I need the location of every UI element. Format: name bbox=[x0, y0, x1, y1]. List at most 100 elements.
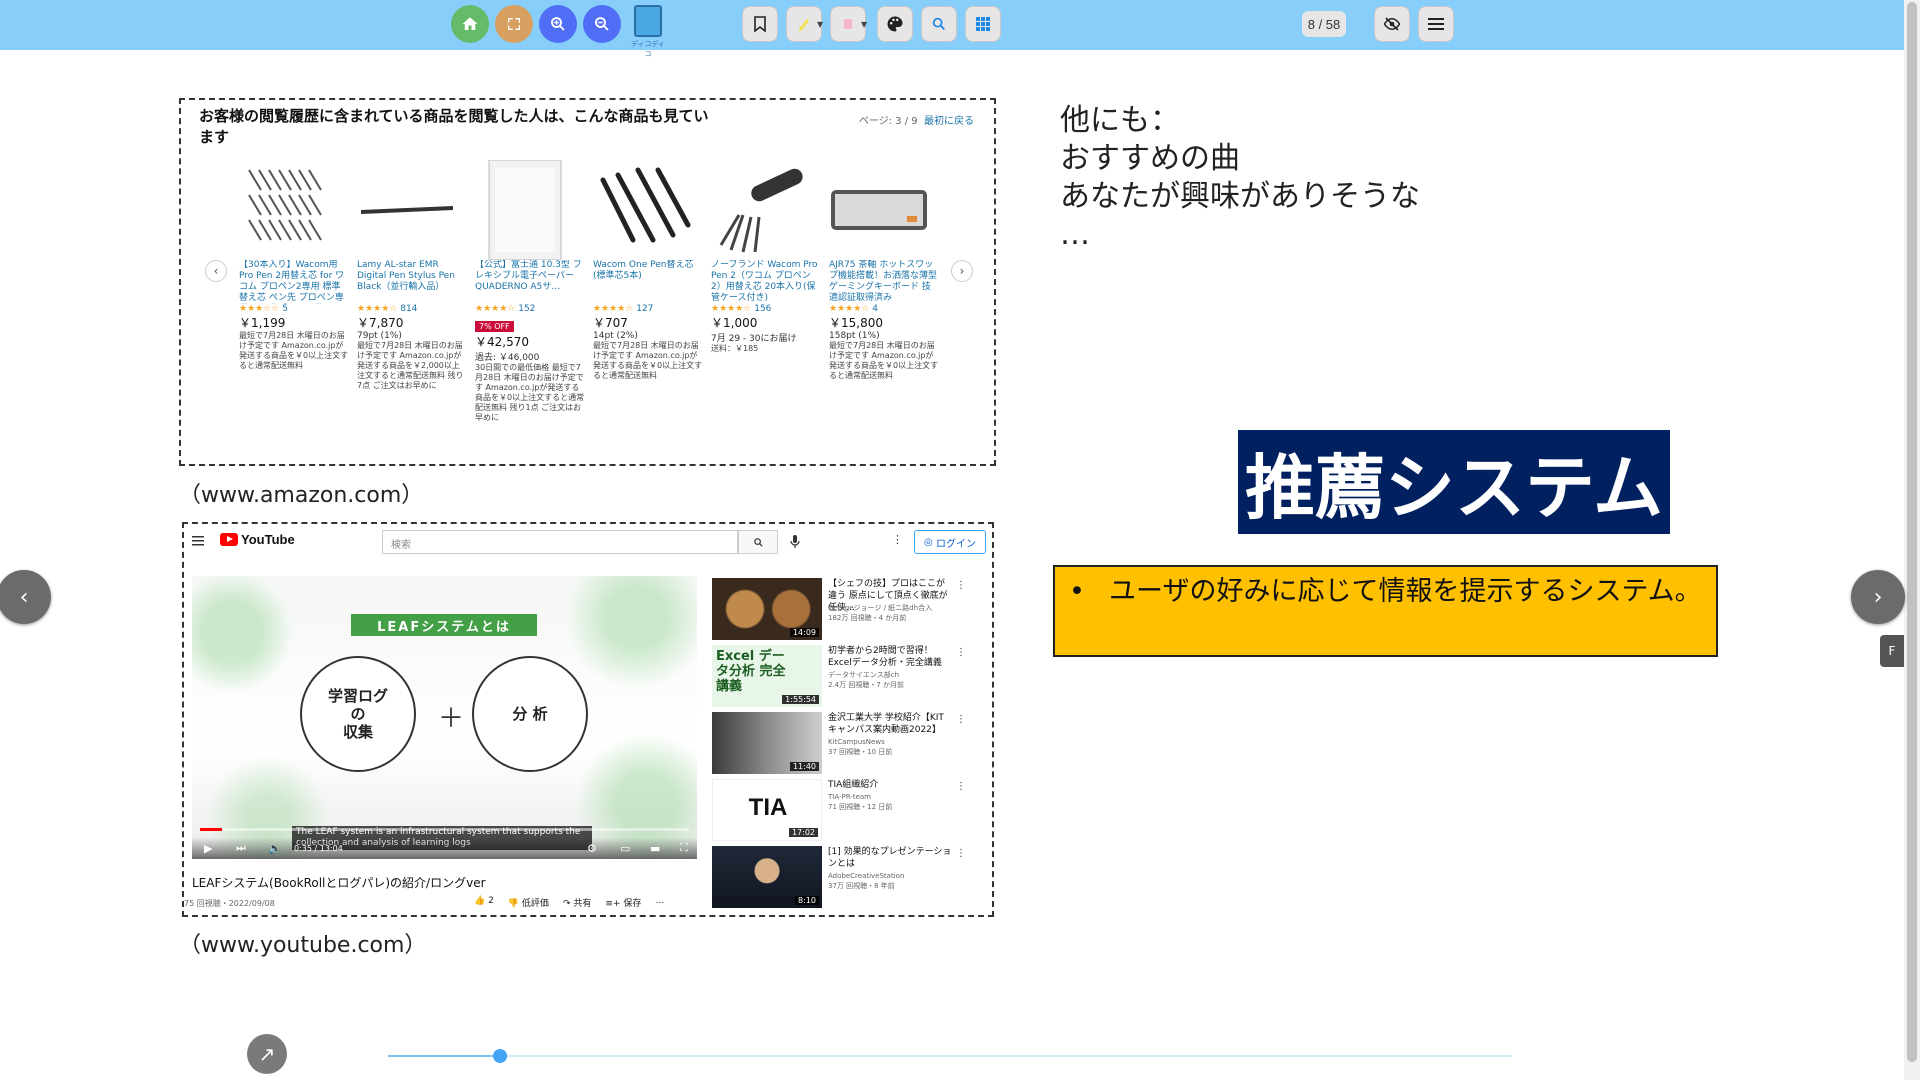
product-image bbox=[475, 159, 575, 261]
related-channel: Georgeジョージ / 紙ニ路dh合入 bbox=[828, 604, 933, 612]
youtube-search-button bbox=[738, 530, 778, 554]
product-name: AJR75 茶軸 ホットスワップ機能搭載！お洒落な薄型ゲーミングキーボード 技適… bbox=[829, 260, 938, 303]
play-icon: ▶ bbox=[204, 842, 213, 855]
next-page-button[interactable]: › bbox=[1851, 570, 1905, 624]
related-stats: 182万 回視聴・4 か月前 bbox=[828, 614, 907, 622]
more-vert-icon: ⋮ bbox=[956, 848, 966, 859]
product-notes: 最短で7月28日 木曜日のお届け予定です Amazon.co.jpが発送する商品… bbox=[357, 341, 464, 390]
related-stats: 2.4万 回視聴・7 か月前 bbox=[828, 681, 905, 689]
zoom-out-icon bbox=[595, 17, 609, 31]
amazon-product-card: ノーブランド Wacom Pro Pen 2（ワコム プロペン 2）用替え芯 2… bbox=[711, 160, 821, 354]
video-thumbnail: 11:40 bbox=[712, 712, 822, 774]
amazon-screenshot: お客様の閲覧履歴に含まれている商品を閲覧した人は、こんな商品も見ています ページ… bbox=[179, 98, 996, 466]
slide-title: 推薦システム bbox=[1238, 430, 1670, 534]
share-icon: ↷ bbox=[562, 899, 571, 909]
dislike-label: 低評価 bbox=[521, 899, 549, 909]
zoom-out-button[interactable] bbox=[583, 5, 621, 43]
youtube-login-button: ◎ ログイン bbox=[914, 530, 986, 554]
thumbs-down-icon: 👎 bbox=[507, 899, 520, 909]
more-vert-icon: ⋮ bbox=[892, 533, 903, 546]
more-vert-icon: ⋮ bbox=[956, 714, 966, 725]
fullscreen-button[interactable] bbox=[495, 5, 533, 43]
amazon-product-card: Wacom One Pen替え芯 (標準芯5本) ★★★★☆ 127 ￥707 … bbox=[593, 160, 703, 381]
review-count: 127 bbox=[636, 304, 654, 314]
home-button[interactable] bbox=[451, 5, 489, 43]
book-icon bbox=[634, 5, 662, 37]
side-panel-tab[interactable]: F bbox=[1880, 635, 1904, 667]
palette-button[interactable] bbox=[877, 6, 913, 42]
related-video: 11:40 金沢工業大学 学校紹介【KITキャンパス案内動画2022】 KitC… bbox=[712, 712, 966, 774]
amazon-page-label: ページ: 3 / 9 bbox=[858, 116, 918, 127]
youtube-logo: YouTube bbox=[220, 532, 295, 547]
product-price: ￥7,870 bbox=[357, 316, 404, 330]
product-name: Lamy AL-star EMR Digital Pen Stylus Pen … bbox=[357, 260, 455, 292]
youtube-caption: （www.youtube.com） bbox=[179, 933, 427, 958]
youtube-logo-text: YouTube bbox=[241, 532, 295, 547]
app-logo[interactable]: ディコディコ bbox=[630, 3, 666, 58]
thumbnail-text: TIA bbox=[748, 794, 788, 821]
review-count: 5 bbox=[282, 304, 288, 314]
vertical-scrollbar[interactable] bbox=[1904, 0, 1920, 1080]
definition-text: ユーザの好みに応じて情報を提示するシステム。 bbox=[1109, 576, 1702, 607]
amazon-product-card: 【公式】富士通 10.3型 フレキシブル電子ペーパー QUADERNO A5サ…… bbox=[475, 159, 585, 423]
page-slider[interactable] bbox=[388, 1049, 1512, 1063]
bookmark-icon bbox=[754, 16, 766, 32]
eraser-dropdown-icon[interactable]: ▼ bbox=[861, 20, 867, 29]
like-count: 2 bbox=[488, 896, 494, 906]
review-count: 814 bbox=[400, 304, 418, 314]
zoom-in-icon bbox=[551, 17, 565, 31]
user-circle-icon: ◎ bbox=[924, 536, 936, 548]
save-label: 保存 bbox=[623, 899, 642, 909]
expand-button[interactable]: ↗ bbox=[247, 1034, 287, 1074]
dislike-action: 👎 低評価 bbox=[508, 896, 549, 909]
related-video: 8:10 [1] 効果的なプレゼンテーションとは AdobeCreativeSt… bbox=[712, 846, 966, 908]
amazon-heading: お客様の閲覧履歴に含まれている商品を閲覧した人は、こんな商品も見ています bbox=[199, 107, 709, 146]
miniplayer-icon: ▭ bbox=[620, 842, 631, 855]
product-notes: 最短で7月28日 木曜日のお届け予定です Amazon.co.jpが発送する商品… bbox=[829, 341, 939, 380]
bookmark-button[interactable] bbox=[742, 6, 778, 42]
thumbnail-text: Excel データ分析 完全講義 bbox=[716, 649, 786, 694]
rating-stars: ★★★★☆ bbox=[593, 304, 634, 314]
share-action: ↷ 共有 bbox=[563, 896, 591, 909]
prev-page-button[interactable]: ‹ bbox=[0, 570, 51, 624]
highlighter-dropdown-icon[interactable]: ▼ bbox=[817, 20, 823, 29]
page-slider-knob[interactable] bbox=[493, 1049, 508, 1063]
slide-band: LEAFシステムとは bbox=[351, 614, 537, 636]
menu-button[interactable] bbox=[1418, 6, 1454, 42]
page-slider-fill bbox=[388, 1055, 501, 1057]
microphone-icon bbox=[790, 535, 800, 548]
bullet-point: • bbox=[1069, 576, 1085, 607]
other-examples-line: 他にも： bbox=[1060, 103, 1180, 138]
search-button[interactable] bbox=[921, 6, 957, 42]
zoom-in-button[interactable] bbox=[539, 5, 577, 43]
product-image bbox=[711, 160, 811, 260]
product-notes: 最短で7月28日 木曜日のお届け予定です Amazon.co.jpが発送する商品… bbox=[593, 341, 703, 380]
product-points: 過去: ￥46,000 bbox=[475, 353, 540, 363]
palette-icon bbox=[887, 16, 903, 32]
other-examples-line: おすすめの曲 bbox=[1060, 141, 1240, 176]
fullscreen-icon bbox=[508, 18, 520, 30]
related-video: Excel データ分析 完全講義 1:55:54 初学者から2時間で習得！Exc… bbox=[712, 645, 966, 707]
save-action: ≡+ 保存 bbox=[605, 896, 641, 909]
hide-marker-button[interactable] bbox=[1374, 6, 1410, 42]
top-toolbar: ディコディコ ▼ ▼ 8 / 58 bbox=[0, 0, 1904, 58]
amazon-product-card: 【30本入り】Wacom用 Pro Pen 2用替え芯 for ワコム プロペン… bbox=[239, 160, 349, 371]
thumbs-up-icon: 👍 bbox=[474, 896, 486, 906]
product-image bbox=[239, 160, 339, 260]
youtube-search-input: 検索 bbox=[382, 530, 738, 554]
review-count: 156 bbox=[754, 304, 772, 314]
definition-box: • ユーザの好みに応じて情報を提示するシステム。 bbox=[1053, 565, 1718, 657]
product-price: ￥1,000 bbox=[711, 316, 758, 330]
discount-badge: 7% OFF bbox=[475, 321, 514, 332]
circle-analysis: 分 析 bbox=[472, 656, 588, 772]
more-vert-icon: ⋮ bbox=[956, 647, 966, 658]
like-action: 👍 2 bbox=[474, 896, 494, 909]
thumbnail-grid-button[interactable] bbox=[965, 6, 1001, 42]
video-thumbnail: TIA 17:02 bbox=[712, 779, 822, 841]
amazon-product-card: AJR75 茶軸 ホットスワップ機能搭載！お洒落な薄型ゲーミングキーボード 技適… bbox=[829, 160, 939, 381]
hamburger-menu-icon bbox=[192, 536, 204, 546]
video-duration: 8:10 bbox=[795, 896, 819, 905]
theater-icon: ▬ bbox=[650, 842, 661, 855]
scrollbar-thumb[interactable] bbox=[1907, 2, 1917, 1062]
review-count: 4 bbox=[872, 304, 878, 314]
